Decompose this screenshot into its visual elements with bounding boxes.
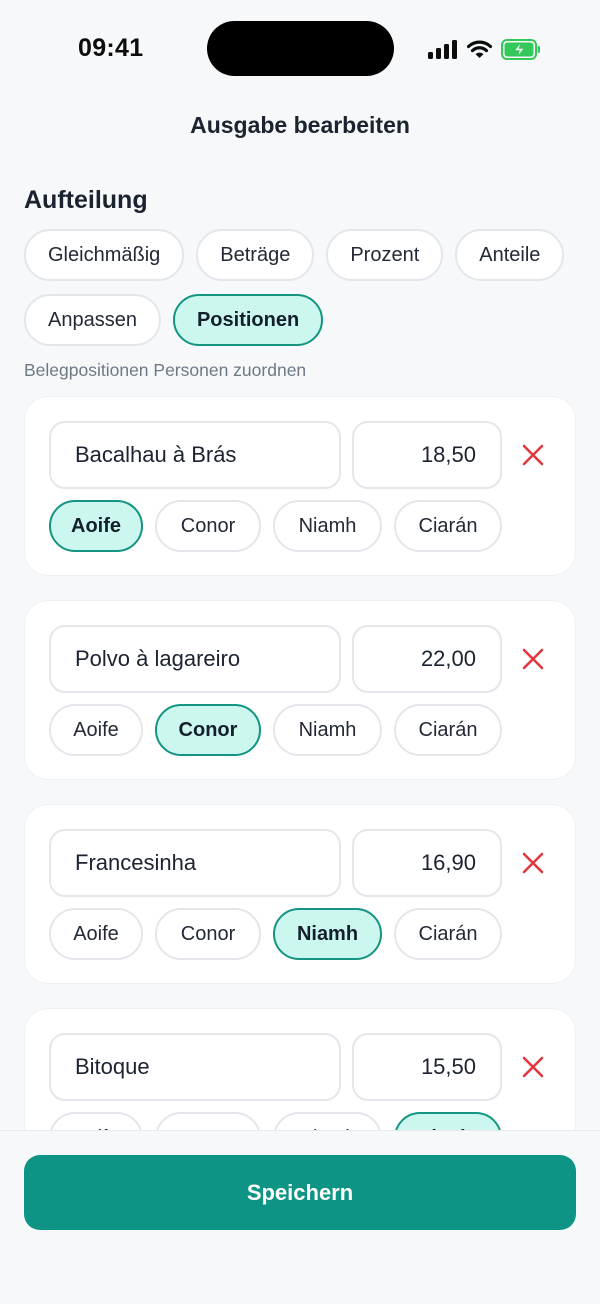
status-bar: 09:41 [0, 0, 600, 96]
close-icon [522, 648, 544, 670]
remove-item-button[interactable] [519, 1053, 547, 1081]
wifi-icon [467, 40, 492, 58]
person-chip-ciaran[interactable]: Ciarán [394, 500, 502, 552]
person-chip-niamh[interactable]: Niamh [273, 908, 382, 960]
receipt-item-card: Bacalhau à Brás 18,50 Aoife Conor Niamh … [24, 396, 576, 576]
split-hint: Belegpositionen Personen zuordnen [24, 360, 307, 380]
item-amount-field[interactable]: 18,50 [352, 421, 502, 489]
person-chip-niamh[interactable]: Niamh [273, 500, 382, 552]
person-selector: Aoife Conor Niamh Ciarán [49, 704, 502, 756]
item-amount-field[interactable]: 16,90 [352, 829, 502, 897]
split-section-title: Aufteilung [24, 186, 148, 214]
item-name-field[interactable]: Bitoque [49, 1033, 341, 1101]
person-chip-niamh[interactable]: Niamh [273, 1112, 382, 1130]
receipt-item-card: Polvo à lagareiro 22,00 Aoife Conor Niam… [24, 600, 576, 780]
close-icon [522, 444, 544, 466]
item-name-field[interactable]: Bacalhau à Brás [49, 421, 341, 489]
split-mode-percent-chip[interactable]: Prozent [326, 229, 444, 281]
split-mode-items-chip[interactable]: Positionen [172, 294, 324, 346]
person-chip-ciaran[interactable]: Ciarán [394, 908, 502, 960]
close-icon [522, 852, 544, 874]
cellular-signal-icon [428, 39, 457, 59]
item-list[interactable]: Bacalhau à Brás 18,50 Aoife Conor Niamh … [0, 396, 600, 1130]
save-button[interactable]: Speichern [24, 1155, 576, 1230]
split-mode-row-1: Gleichmäßig Beträge Prozent Anteile [24, 229, 565, 281]
receipt-item-card: Bitoque 15,50 Aoife Conor Niamh Ciarán [24, 1008, 576, 1130]
person-chip-conor[interactable]: Conor [155, 908, 261, 960]
split-mode-equal-chip[interactable]: Gleichmäßig [24, 229, 185, 281]
receipt-item-card: Francesinha 16,90 Aoife Conor Niamh Ciar… [24, 804, 576, 984]
item-name-field[interactable]: Francesinha [49, 829, 341, 897]
person-chip-aoife[interactable]: Aoife [49, 500, 143, 552]
clock: 09:41 [78, 34, 144, 62]
battery-charging-icon [501, 38, 540, 60]
remove-item-button[interactable] [519, 849, 547, 877]
person-chip-aoife[interactable]: Aoife [49, 704, 143, 756]
item-amount-field[interactable]: 22,00 [352, 625, 502, 693]
dynamic-island [207, 21, 394, 76]
bottom-action-bar: Speichern [0, 1130, 600, 1304]
person-chip-niamh[interactable]: Niamh [273, 704, 382, 756]
split-mode-shares-chip[interactable]: Anteile [455, 229, 565, 281]
split-mode-amounts-chip[interactable]: Beträge [196, 229, 315, 281]
remove-item-button[interactable] [519, 645, 547, 673]
person-selector: Aoife Conor Niamh Ciarán [49, 1112, 502, 1130]
person-selector: Aoife Conor Niamh Ciarán [49, 908, 502, 960]
person-selector: Aoife Conor Niamh Ciarán [49, 500, 502, 552]
item-name-field[interactable]: Polvo à lagareiro [49, 625, 341, 693]
person-chip-ciaran[interactable]: Ciarán [394, 1112, 502, 1130]
split-mode-row-2: Anpassen Positionen [24, 294, 324, 346]
person-chip-conor[interactable]: Conor [155, 1112, 261, 1130]
person-chip-aoife[interactable]: Aoife [49, 908, 143, 960]
person-chip-aoife[interactable]: Aoife [49, 1112, 143, 1130]
person-chip-conor[interactable]: Conor [155, 704, 261, 756]
remove-item-button[interactable] [519, 441, 547, 469]
person-chip-conor[interactable]: Conor [155, 500, 261, 552]
split-mode-adjust-chip[interactable]: Anpassen [24, 294, 161, 346]
page-title: Ausgabe bearbeiten [190, 112, 410, 138]
item-amount-field[interactable]: 15,50 [352, 1033, 502, 1101]
close-icon [522, 1056, 544, 1078]
status-icons [428, 37, 541, 61]
person-chip-ciaran[interactable]: Ciarán [394, 704, 502, 756]
